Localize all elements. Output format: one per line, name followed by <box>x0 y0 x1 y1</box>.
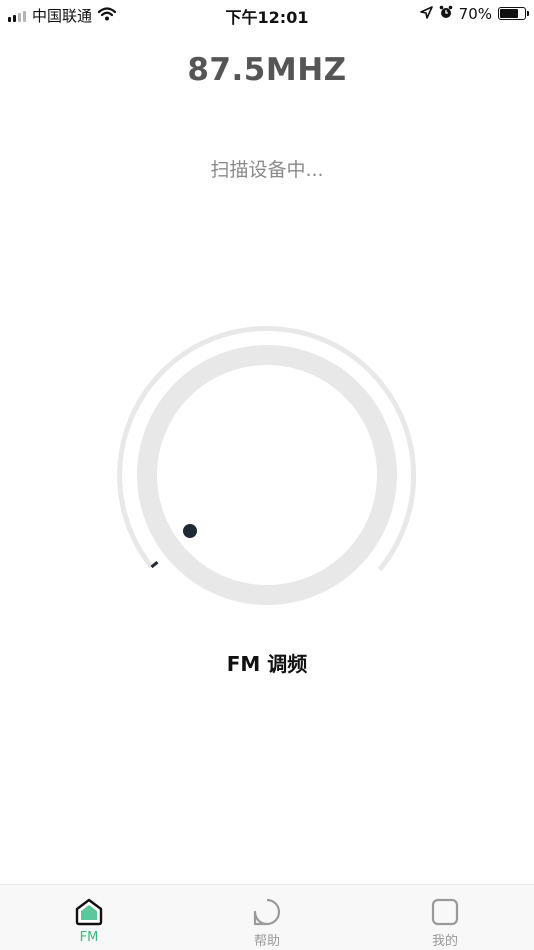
dial-knob-indicator[interactable] <box>183 524 197 538</box>
tuning-dial[interactable] <box>117 325 417 625</box>
dial-inner-ring[interactable] <box>137 345 397 605</box>
tab-help[interactable]: 帮助 <box>207 885 327 950</box>
dial-label: FM 调频 <box>226 652 308 676</box>
status-bar-right: 70% <box>419 4 529 23</box>
home-icon <box>74 897 104 927</box>
alarm-icon <box>439 4 453 23</box>
tab-label-help: 帮助 <box>253 934 280 949</box>
tab-fm[interactable]: FM <box>29 885 149 950</box>
scan-status-text: 扫描设备中... <box>210 159 324 181</box>
frequency-display: 87.5MHZ <box>187 52 347 88</box>
profile-icon <box>430 897 460 927</box>
location-icon <box>419 4 433 23</box>
tab-label-fm: FM <box>79 930 99 945</box>
tab-bar: FM 帮助 我的 <box>0 884 534 950</box>
tab-profile[interactable]: 我的 <box>385 885 505 950</box>
tab-label-profile: 我的 <box>431 934 458 949</box>
battery-icon <box>498 7 529 20</box>
dial-progress-marker <box>150 561 159 569</box>
status-bar: 中国联通 下午12:01 70% <box>0 0 534 28</box>
battery-percent: 70% <box>458 4 492 23</box>
help-icon <box>252 897 282 927</box>
